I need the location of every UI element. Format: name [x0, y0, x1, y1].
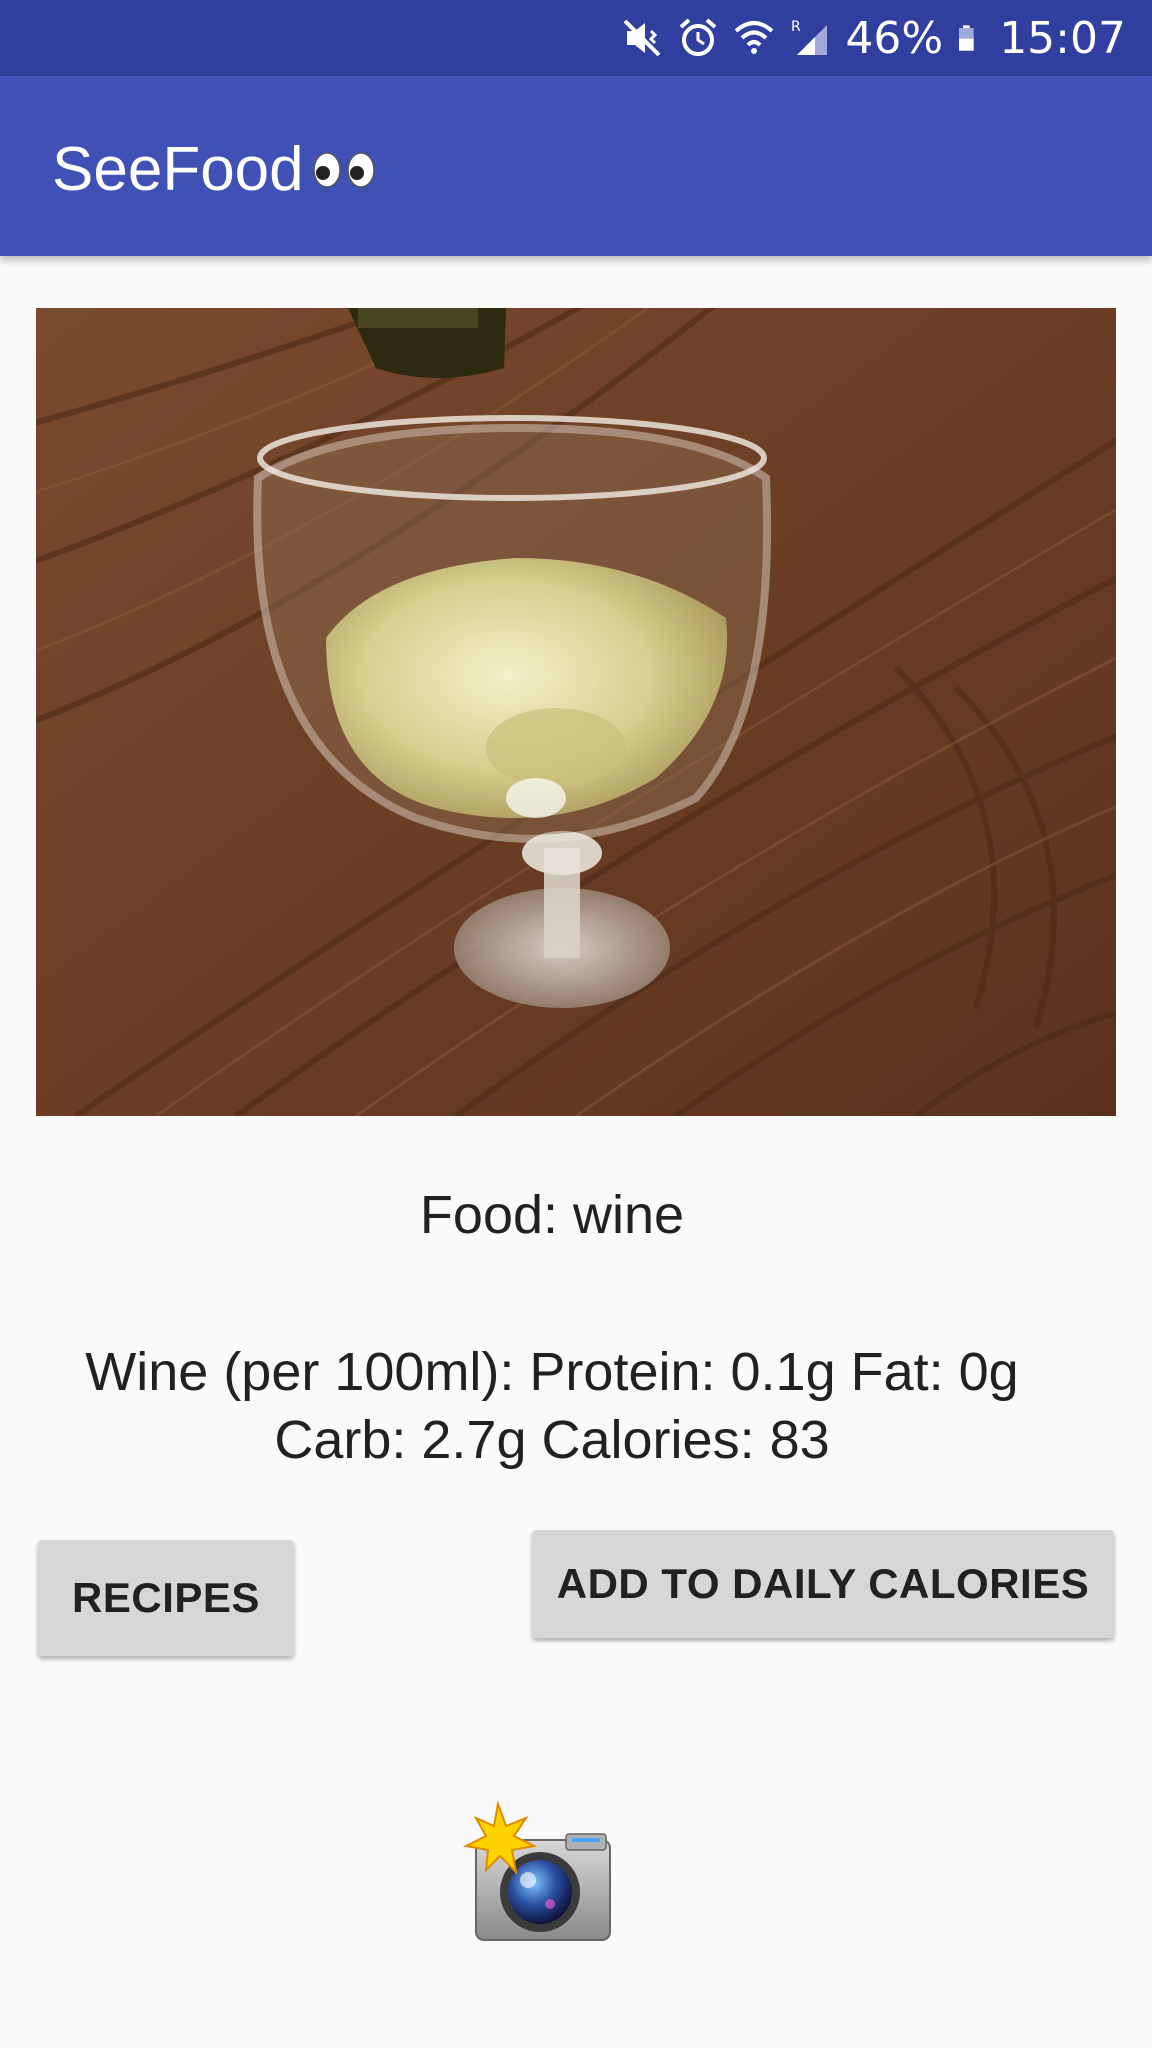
app-title: SeeFood	[52, 134, 376, 205]
camera-flash-icon	[462, 1800, 611, 1941]
app-bar: SeeFood	[0, 76, 1152, 256]
app-title-text: SeeFood	[52, 135, 304, 204]
food-photo	[36, 308, 1116, 1116]
battery-icon	[959, 25, 974, 51]
recipes-button[interactable]: RECIPES	[38, 1540, 294, 1656]
svg-text:R: R	[791, 19, 801, 35]
mute-vibrate-icon	[623, 19, 661, 57]
signal-roaming-icon: R	[791, 19, 828, 55]
status-icons: R 46% 15:07	[621, 0, 1126, 76]
alarm-icon	[680, 18, 717, 56]
food-label: Food: wine	[419, 1185, 685, 1245]
wifi-icon	[735, 21, 774, 54]
battery-percent: 46%	[845, 12, 944, 64]
camera-button[interactable]	[458, 1800, 618, 1950]
add-to-daily-calories-button[interactable]: ADD TO DAILY CALORIES	[532, 1530, 1114, 1638]
eyes-emoji-icon	[312, 151, 376, 189]
nutrition-line-2: Carb: 2.7g Calories: 83	[274, 1410, 830, 1470]
status-bar: R 46% 15:07	[0, 0, 1152, 76]
clock: 15:07	[999, 12, 1126, 64]
nutrition-line-1: Wine (per 100ml): Protein: 0.1g Fat: 0g	[85, 1342, 1019, 1402]
nutrition-info: Wine (per 100ml): Protein: 0.1g Fat: 0g …	[40, 1338, 1064, 1474]
